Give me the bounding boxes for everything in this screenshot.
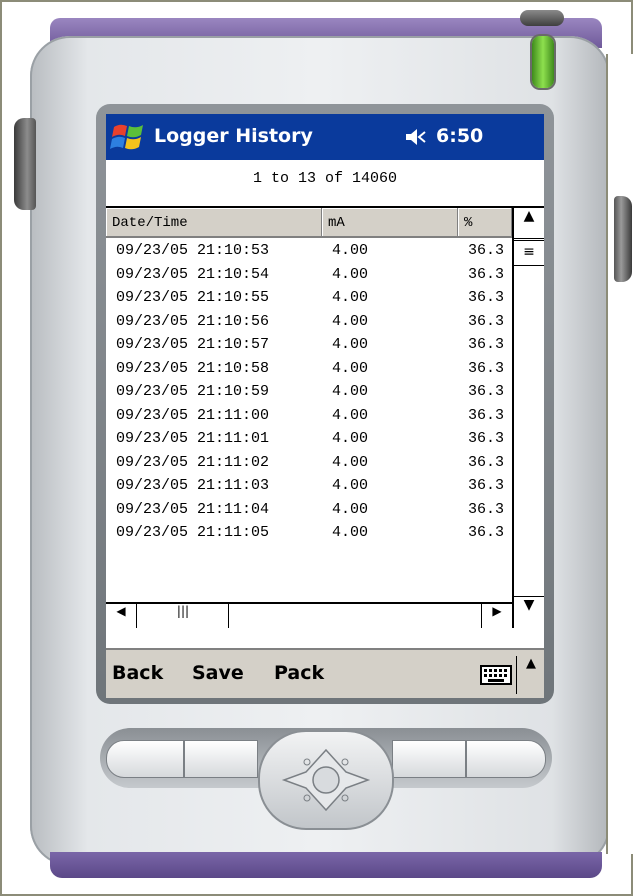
table-row[interactable]: 09/23/05 21:10:56 4.00 36.3 — [106, 311, 510, 335]
cell-datetime: 09/23/05 21:10:58 — [116, 359, 270, 377]
jog-wheel-right[interactable] — [614, 196, 632, 282]
hardware-button-2[interactable] — [184, 740, 258, 778]
cell-datetime: 09/23/05 21:10:53 — [116, 242, 270, 259]
horizontal-scroll-thumb[interactable]: ||| — [138, 604, 229, 628]
cell-percent: 36.3 — [468, 359, 505, 377]
cell-ma: 4.00 — [332, 289, 369, 306]
cell-percent: 36.3 — [468, 242, 505, 259]
power-led — [532, 36, 554, 88]
cell-ma: 4.00 — [332, 265, 369, 283]
hardware-button-1[interactable] — [106, 740, 184, 778]
pack-button[interactable]: Pack — [274, 662, 324, 684]
arrow-down-icon: ▼ — [523, 597, 535, 613]
cell-datetime: 09/23/05 21:11:05 — [116, 524, 270, 541]
jog-wheel-left[interactable] — [14, 118, 36, 210]
table-row[interactable]: 09/23/05 21:10:59 4.00 36.3 — [106, 381, 510, 405]
cell-ma: 4.00 — [332, 430, 369, 447]
title-bar: Logger History 6:50 — [106, 114, 544, 160]
input-panel-toggle[interactable]: ▲ — [516, 656, 544, 694]
arrow-left-icon: ◀ — [116, 604, 126, 618]
caret-up-icon: ▲ — [526, 656, 536, 671]
table-row[interactable]: 09/23/05 21:10:53 4.00 36.3 — [106, 240, 510, 264]
speaker-muted-icon[interactable] — [404, 126, 426, 148]
scroll-left-button[interactable]: ◀ — [106, 604, 137, 628]
navigation-pad[interactable] — [258, 730, 394, 830]
log-table[interactable]: Date/Time mA % 09/23/05 21:10:53 4.00 36.3… — [106, 206, 544, 628]
table-row[interactable]: 09/23/05 21:11:01 4.00 36.3 — [106, 428, 510, 452]
record-range-label: 1 to 13 of 14060 — [252, 170, 398, 187]
cell-percent: 36.3 — [468, 500, 505, 518]
table-row[interactable]: 09/23/05 21:11:03 4.00 36.3 — [106, 475, 510, 499]
cell-datetime: 09/23/05 21:10:54 — [116, 265, 270, 283]
cell-percent: 36.3 — [468, 336, 505, 353]
pda-screen: Logger History 6:50 1 to 13 of 14060 Dat… — [106, 114, 544, 698]
table-row[interactable]: 09/23/05 21:11:05 4.00 36.3 — [106, 522, 510, 546]
cell-datetime: 09/23/05 21:10:56 — [116, 312, 270, 330]
window-title: Logger History — [154, 125, 313, 147]
scroll-right-button[interactable]: ▶ — [481, 604, 512, 628]
column-header-ma[interactable]: mA — [322, 208, 458, 238]
cell-ma: 4.00 — [332, 312, 369, 330]
cell-percent: 36.3 — [468, 477, 505, 494]
device-bottom-rail — [50, 852, 602, 878]
cell-datetime: 09/23/05 21:11:01 — [116, 430, 270, 447]
cell-ma: 4.00 — [332, 359, 369, 377]
menu-bar: Back Save Pack ▲ — [106, 648, 544, 698]
cell-percent: 36.3 — [468, 524, 505, 541]
windows-flag-icon — [110, 124, 143, 150]
cell-ma: 4.00 — [332, 406, 369, 424]
table-row[interactable]: 09/23/05 21:10:58 4.00 36.3 — [106, 358, 510, 382]
cell-datetime: 09/23/05 21:11:00 — [116, 406, 270, 424]
cell-ma: 4.00 — [332, 383, 369, 400]
scroll-up-button[interactable]: ▲ — [514, 208, 544, 239]
frame-right-edge — [606, 54, 633, 854]
vertical-scroll-thumb[interactable]: ≡ — [514, 240, 544, 266]
column-header-datetime[interactable]: Date/Time — [106, 208, 322, 238]
cell-percent: 36.3 — [468, 453, 505, 471]
arrow-right-icon: ▶ — [492, 604, 502, 618]
cell-ma: 4.00 — [332, 500, 369, 518]
column-header-percent[interactable]: % — [458, 208, 512, 238]
cell-datetime: 09/23/05 21:11:02 — [116, 453, 270, 471]
hardware-button-3[interactable] — [392, 740, 466, 778]
cell-ma: 4.00 — [332, 242, 369, 259]
stylus-cap — [520, 10, 564, 26]
grip-lines-icon: ≡ — [523, 244, 535, 260]
scroll-down-button[interactable]: ▼ — [514, 596, 544, 627]
table-row[interactable]: 09/23/05 21:10:55 4.00 36.3 — [106, 287, 510, 311]
dpad-center-icon — [281, 748, 371, 812]
cell-ma: 4.00 — [332, 453, 369, 471]
cell-percent: 36.3 — [468, 312, 505, 330]
cell-datetime: 09/23/05 21:10:59 — [116, 383, 270, 400]
table-row[interactable]: 09/23/05 21:10:54 4.00 36.3 — [106, 264, 510, 288]
cell-datetime: 09/23/05 21:10:55 — [116, 289, 270, 306]
table-body: 09/23/05 21:10:53 4.00 36.3 09/23/05 21:10… — [106, 240, 510, 598]
cell-percent: 36.3 — [468, 430, 505, 447]
keyboard-icon[interactable] — [480, 665, 512, 685]
table-row[interactable]: 09/23/05 21:11:00 4.00 36.3 — [106, 405, 510, 429]
start-button[interactable] — [110, 120, 146, 154]
cell-datetime: 09/23/05 21:10:57 — [116, 336, 270, 353]
cell-ma: 4.00 — [332, 336, 369, 353]
back-button[interactable]: Back — [112, 662, 163, 684]
cell-percent: 36.3 — [468, 406, 505, 424]
horizontal-scrollbar[interactable]: ◀ ||| ▶ — [106, 602, 512, 628]
clock[interactable]: 6:50 — [436, 125, 483, 147]
vertical-scrollbar[interactable]: ▲ ≡ ▼ — [512, 208, 544, 628]
grip-lines-icon: ||| — [176, 604, 190, 618]
cell-datetime: 09/23/05 21:11:04 — [116, 500, 270, 518]
table-row[interactable]: 09/23/05 21:10:57 4.00 36.3 — [106, 334, 510, 358]
cell-percent: 36.3 — [468, 289, 505, 306]
table-row[interactable]: 09/23/05 21:11:04 4.00 36.3 — [106, 499, 510, 523]
cell-ma: 4.00 — [332, 477, 369, 494]
hardware-button-4[interactable] — [466, 740, 546, 778]
save-button[interactable]: Save — [192, 662, 244, 684]
table-row[interactable]: 09/23/05 21:11:02 4.00 36.3 — [106, 452, 510, 476]
cell-ma: 4.00 — [332, 524, 369, 541]
cell-percent: 36.3 — [468, 383, 505, 400]
arrow-up-icon: ▲ — [523, 208, 535, 224]
cell-datetime: 09/23/05 21:11:03 — [116, 477, 270, 494]
cell-percent: 36.3 — [468, 265, 505, 283]
